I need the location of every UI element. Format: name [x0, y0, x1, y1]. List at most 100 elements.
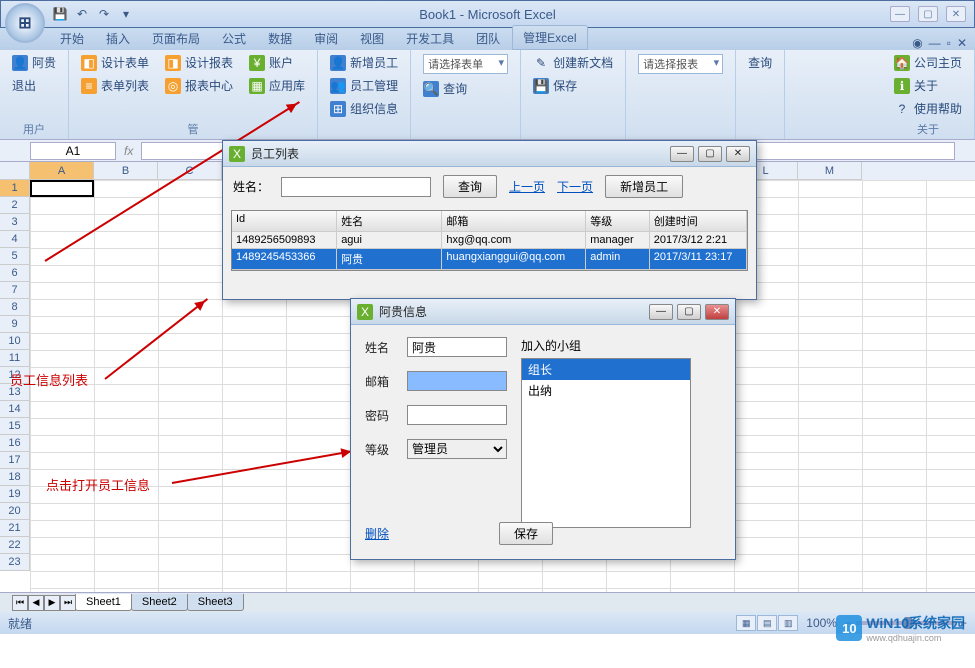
- exit-item[interactable]: 退出: [8, 75, 60, 96]
- tab-review[interactable]: 审阅: [304, 27, 348, 50]
- tab-data[interactable]: 数据: [258, 27, 302, 50]
- column-header[interactable]: M: [798, 162, 862, 180]
- account-item[interactable]: ¥账户: [245, 52, 309, 73]
- row-header[interactable]: 5: [0, 248, 30, 265]
- group-item[interactable]: 组长: [522, 359, 690, 380]
- row-header[interactable]: 22: [0, 537, 30, 554]
- dialog-titlebar[interactable]: X 阿贵信息 — ▢ ✕: [351, 299, 735, 325]
- tab-layout[interactable]: 页面布局: [142, 27, 210, 50]
- fx-icon[interactable]: fx: [116, 144, 141, 158]
- group-item[interactable]: 出纳: [522, 380, 690, 401]
- normal-view-button[interactable]: ▦: [736, 615, 756, 631]
- redo-icon[interactable]: ↷: [95, 5, 113, 23]
- name-input[interactable]: [281, 177, 431, 197]
- pagebreak-view-button[interactable]: ▥: [778, 615, 798, 631]
- next-sheet-button[interactable]: ▶: [44, 595, 60, 611]
- table-row[interactable]: 1489256509893 agui hxg@qq.com manager 20…: [232, 232, 747, 249]
- row-header[interactable]: 15: [0, 418, 30, 435]
- row-header[interactable]: 23: [0, 554, 30, 571]
- layout-view-button[interactable]: ▤: [757, 615, 777, 631]
- ribbon-minimize-icon[interactable]: —: [929, 36, 941, 50]
- level-select[interactable]: 管理员: [407, 439, 507, 459]
- col-mail[interactable]: 邮箱: [442, 211, 586, 231]
- row-header[interactable]: 20: [0, 503, 30, 520]
- row-header[interactable]: 19: [0, 486, 30, 503]
- report-center-item[interactable]: ◎报表中心: [161, 75, 237, 96]
- row-header[interactable]: 21: [0, 520, 30, 537]
- delete-link[interactable]: 删除: [365, 525, 389, 542]
- maximize-button[interactable]: ▢: [918, 6, 938, 22]
- row-header[interactable]: 10: [0, 333, 30, 350]
- mail-input[interactable]: [407, 371, 507, 391]
- row-header[interactable]: 6: [0, 265, 30, 282]
- about-item[interactable]: ℹ关于: [890, 75, 966, 96]
- ribbon-close-icon[interactable]: ✕: [957, 36, 967, 50]
- sheet-tab-3[interactable]: Sheet3: [187, 594, 244, 611]
- row-header[interactable]: 16: [0, 435, 30, 452]
- design-form-item[interactable]: ◧设计表单: [77, 52, 153, 73]
- help-icon[interactable]: ◉: [912, 36, 922, 50]
- undo-icon[interactable]: ↶: [73, 5, 91, 23]
- row-header[interactable]: 7: [0, 282, 30, 299]
- row-header[interactable]: 3: [0, 214, 30, 231]
- close-button[interactable]: ✕: [726, 146, 750, 162]
- tab-insert[interactable]: 插入: [96, 27, 140, 50]
- prev-link[interactable]: 上一页: [509, 178, 545, 195]
- query-item[interactable]: 🔍查询: [419, 78, 512, 99]
- minimize-button[interactable]: —: [670, 146, 694, 162]
- query-button[interactable]: 查询: [443, 175, 497, 198]
- active-cell[interactable]: [30, 180, 94, 197]
- form-select[interactable]: 请选择表单: [423, 54, 508, 74]
- minimize-button[interactable]: —: [649, 304, 673, 320]
- maximize-button[interactable]: ▢: [677, 304, 701, 320]
- prev-sheet-button[interactable]: ◀: [28, 595, 44, 611]
- save-icon[interactable]: 💾: [51, 5, 69, 23]
- maximize-button[interactable]: ▢: [698, 146, 722, 162]
- row-header[interactable]: 14: [0, 401, 30, 418]
- col-time[interactable]: 创建时间: [650, 211, 747, 231]
- name-box[interactable]: A1: [30, 142, 116, 160]
- row-header[interactable]: 2: [0, 197, 30, 214]
- close-button[interactable]: ✕: [705, 304, 729, 320]
- user-name-item[interactable]: 👤阿贵: [8, 52, 60, 73]
- formlist-item[interactable]: ≡表单列表: [77, 75, 153, 96]
- row-header[interactable]: 8: [0, 299, 30, 316]
- ribbon-restore-icon[interactable]: ▫: [947, 36, 951, 50]
- tab-team[interactable]: 团队: [466, 27, 510, 50]
- minimize-button[interactable]: —: [890, 6, 910, 22]
- group-list[interactable]: 组长 出纳: [521, 358, 691, 528]
- next-link[interactable]: 下一页: [557, 178, 593, 195]
- row-header[interactable]: 9: [0, 316, 30, 333]
- column-header[interactable]: A: [30, 162, 94, 180]
- save-item[interactable]: 💾保存: [529, 75, 617, 96]
- add-staff-item[interactable]: 👤新增员工: [326, 52, 402, 73]
- office-button[interactable]: ⊞: [5, 3, 45, 43]
- tab-formula[interactable]: 公式: [212, 27, 256, 50]
- row-header[interactable]: 11: [0, 350, 30, 367]
- manage-staff-item[interactable]: 👥员工管理: [326, 75, 402, 96]
- column-header[interactable]: B: [94, 162, 158, 180]
- help-item[interactable]: ?使用帮助: [890, 98, 966, 119]
- tab-view[interactable]: 视图: [350, 27, 394, 50]
- save-button[interactable]: 保存: [499, 522, 553, 545]
- row-header[interactable]: 18: [0, 469, 30, 486]
- org-item[interactable]: ⊞组织信息: [326, 98, 402, 119]
- table-row-selected[interactable]: 1489245453366 阿贵 huangxianggui@qq.com ad…: [232, 249, 747, 270]
- tab-home[interactable]: 开始: [50, 27, 94, 50]
- first-sheet-button[interactable]: ⏮: [12, 595, 28, 611]
- row-header[interactable]: 4: [0, 231, 30, 248]
- qat-dropdown-icon[interactable]: ▾: [117, 5, 135, 23]
- design-report-item[interactable]: ◨设计报表: [161, 52, 237, 73]
- sheet-tab-2[interactable]: Sheet2: [131, 594, 188, 611]
- search-item[interactable]: 查询: [744, 52, 776, 73]
- row-header[interactable]: 1: [0, 180, 30, 197]
- row-header[interactable]: 17: [0, 452, 30, 469]
- report-select[interactable]: 请选择报表: [638, 54, 723, 74]
- tab-manage-excel[interactable]: 管理Excel: [512, 25, 587, 50]
- last-sheet-button[interactable]: ⏭: [60, 595, 76, 611]
- name-input[interactable]: [407, 337, 507, 357]
- col-level[interactable]: 等级: [586, 211, 650, 231]
- tab-dev[interactable]: 开发工具: [396, 27, 464, 50]
- close-button[interactable]: ✕: [946, 6, 966, 22]
- col-id[interactable]: Id: [232, 211, 337, 231]
